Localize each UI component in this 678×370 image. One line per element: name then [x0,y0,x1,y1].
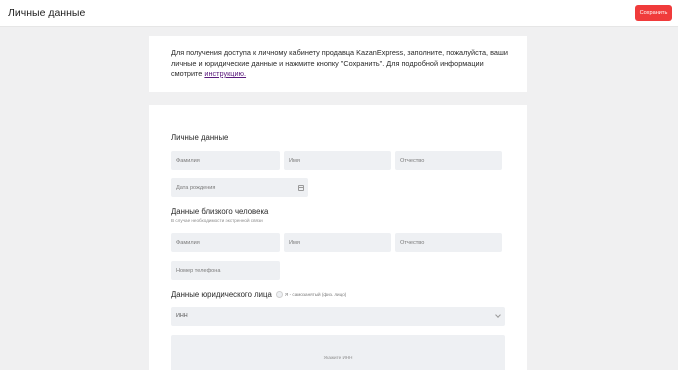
inn-info-box: Укажите ИНН [171,335,505,370]
inn-select[interactable]: ИНН [171,307,505,326]
self-employed-label: Я - самозанятый (физ. лицо) [285,292,347,297]
birth-date-input[interactable] [171,178,308,197]
legal-section-title: Данные юридического лица [171,290,272,299]
instruction-link[interactable]: инструкцию. [204,69,246,78]
form-card: Личные данные Данные близкого человека В… [149,105,527,370]
relative-last-name-input[interactable] [171,233,280,252]
save-button[interactable]: Сохранить [635,5,672,21]
personal-section-title: Личные данные [171,133,229,142]
patronymic-input[interactable] [395,151,502,170]
relative-section-title: Данные близкого человека [171,207,269,216]
first-name-input[interactable] [284,151,391,170]
top-bar: Личные данные Сохранить [0,0,678,27]
relative-section-hint: В случае необходимости экстренной связи [171,218,263,223]
page-title: Личные данные [8,7,86,19]
self-employed-radio[interactable] [276,291,283,298]
relative-patronymic-input[interactable] [395,233,502,252]
inn-hint-text: Укажите ИНН [323,355,353,360]
info-text: Для получения доступа к личному кабинету… [171,48,511,80]
last-name-input[interactable] [171,151,280,170]
calendar-icon[interactable] [298,185,304,191]
chevron-down-icon [495,312,501,318]
relative-first-name-input[interactable] [284,233,391,252]
inn-select-label: ИНН [176,313,188,319]
info-card: Для получения доступа к личному кабинету… [149,36,527,92]
relative-phone-input[interactable] [171,261,280,280]
